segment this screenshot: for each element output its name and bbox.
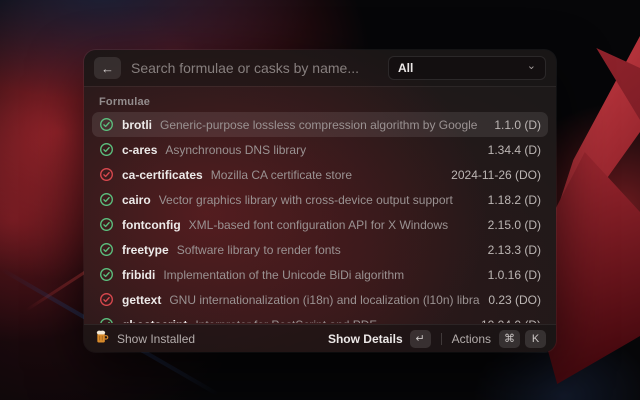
- list-item[interactable]: freetype Software library to render font…: [92, 237, 548, 262]
- formula-version: 2.15.0 (D): [488, 218, 541, 232]
- footer-right: Show Details ↵ Actions ⌘ K: [328, 330, 546, 348]
- formula-version: 1.1.0 (D): [494, 118, 541, 132]
- show-details-button[interactable]: Show Details ↵: [328, 330, 431, 348]
- footer-separator: [441, 333, 442, 345]
- footer-left[interactable]: Show Installed: [94, 329, 195, 349]
- raycast-homebrew-window: ← All ⌄ Formulae brotli Generic-purpose …: [84, 50, 556, 352]
- list-item[interactable]: cairo Vector graphics library with cross…: [92, 187, 548, 212]
- filter-dropdown[interactable]: All ⌄: [388, 56, 546, 80]
- show-details-label: Show Details: [328, 332, 403, 346]
- list-item[interactable]: ghostscript Interpreter for PostScript a…: [92, 312, 548, 323]
- formula-description: Implementation of the Unicode BiDi algor…: [163, 268, 479, 282]
- list-item[interactable]: fribidi Implementation of the Unicode Bi…: [92, 262, 548, 287]
- circle-check-icon: [99, 192, 114, 207]
- list-item[interactable]: gettext GNU internationalization (i18n) …: [92, 287, 548, 312]
- return-key-badge: ↵: [410, 330, 431, 348]
- circle-check-icon: [99, 292, 114, 307]
- list-item[interactable]: c-ares Asynchronous DNS library 1.34.4 (…: [92, 137, 548, 162]
- formula-name: freetype: [122, 243, 169, 257]
- formula-version: 2024-11-26 (DO): [451, 168, 541, 182]
- formula-name: fontconfig: [122, 218, 181, 232]
- formula-version: 10.04.0 (D): [481, 318, 541, 324]
- circle-check-icon: [99, 167, 114, 182]
- formula-name: ghostscript: [122, 318, 187, 324]
- list-item[interactable]: fontconfig XML-based font configuration …: [92, 212, 548, 237]
- formula-description: Asynchronous DNS library: [165, 143, 479, 157]
- formula-version: 1.0.16 (D): [488, 268, 541, 282]
- back-button[interactable]: ←: [94, 57, 121, 79]
- formula-version: 0.23 (DO): [488, 293, 541, 307]
- formula-description: Software library to render fonts: [177, 243, 480, 257]
- command-key-badge: ⌘: [499, 330, 520, 348]
- formula-name: gettext: [122, 293, 161, 307]
- formula-description: Mozilla CA certificate store: [211, 168, 443, 182]
- circle-check-icon: [99, 242, 114, 257]
- formula-description: XML-based font configuration API for X W…: [189, 218, 480, 232]
- list-item[interactable]: brotli Generic-purpose lossless compress…: [92, 112, 548, 137]
- formula-version: 1.34.4 (D): [488, 143, 541, 157]
- homebrew-beer-mug-icon: [94, 329, 109, 349]
- search-bar: ← All ⌄: [84, 50, 556, 86]
- footer-action-bar: Show Installed Show Details ↵ Actions ⌘ …: [84, 324, 556, 352]
- circle-check-icon: [99, 217, 114, 232]
- formula-version: 1.18.2 (D): [488, 193, 541, 207]
- circle-check-icon: [99, 117, 114, 132]
- section-header-formulae: Formulae: [84, 87, 556, 112]
- formula-name: ca-certificates: [122, 168, 203, 182]
- formula-name: brotli: [122, 118, 152, 132]
- formula-description: GNU internationalization (i18n) and loca…: [169, 293, 480, 307]
- back-arrow-icon: ←: [101, 61, 114, 76]
- k-key-badge: K: [525, 330, 546, 348]
- formula-description: Generic-purpose lossless compression alg…: [160, 118, 486, 132]
- filter-dropdown-value: All: [398, 61, 413, 75]
- list-item[interactable]: ca-certificates Mozilla CA certificate s…: [92, 162, 548, 187]
- actions-label: Actions: [452, 332, 491, 346]
- circle-check-icon: [99, 267, 114, 282]
- formula-version: 2.13.3 (D): [488, 243, 541, 257]
- formula-name: cairo: [122, 193, 151, 207]
- formula-description: Interpreter for PostScript and PDF: [195, 318, 473, 324]
- formula-name: c-ares: [122, 143, 157, 157]
- circle-check-icon: [99, 317, 114, 323]
- chevron-down-icon: ⌄: [527, 61, 536, 72]
- actions-button[interactable]: Actions ⌘ K: [452, 330, 546, 348]
- formula-description: Vector graphics library with cross-devic…: [159, 193, 480, 207]
- circle-check-icon: [99, 142, 114, 157]
- formulae-list: brotli Generic-purpose lossless compress…: [84, 112, 556, 323]
- show-installed-label: Show Installed: [117, 332, 195, 346]
- search-input[interactable]: [131, 60, 378, 76]
- formula-name: fribidi: [122, 268, 155, 282]
